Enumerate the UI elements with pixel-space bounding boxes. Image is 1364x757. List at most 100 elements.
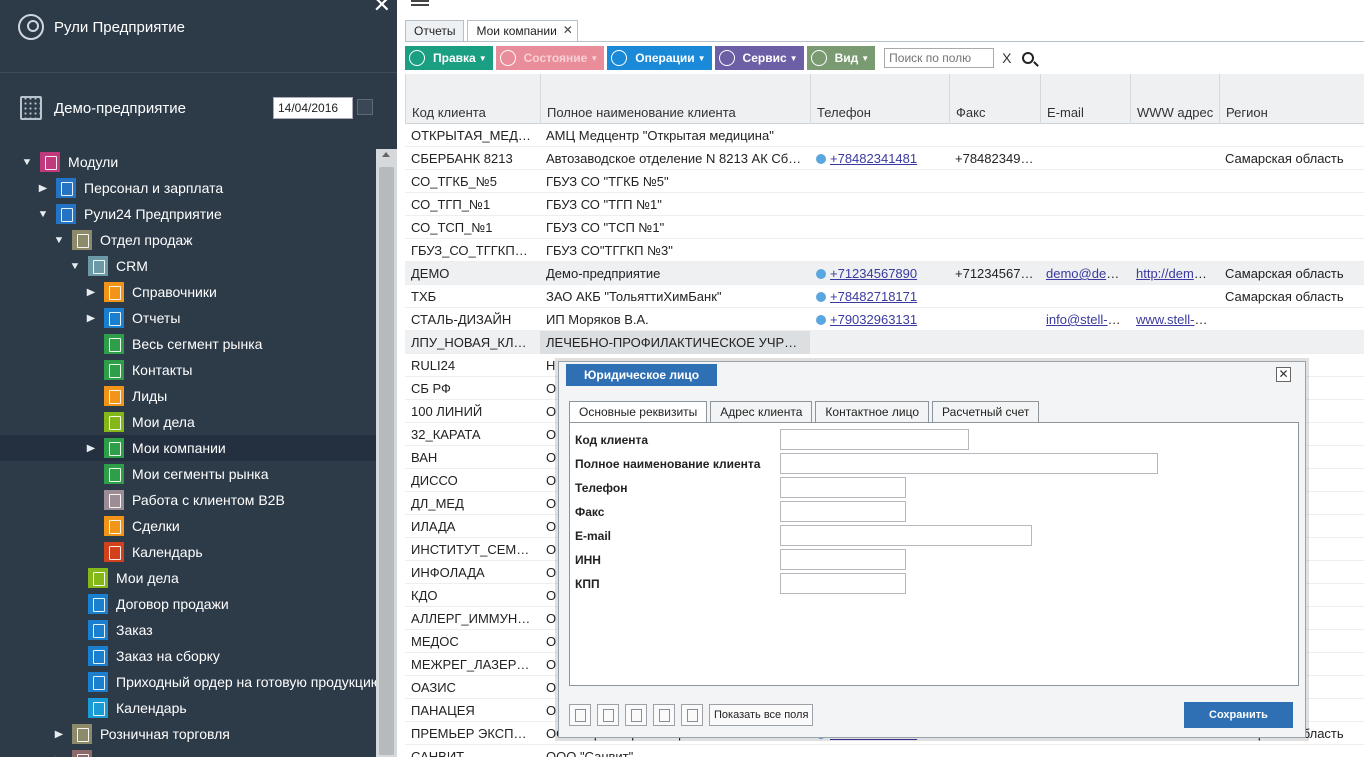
chevron-right-icon[interactable]: ▶ [86,313,97,324]
table-row[interactable]: СО_ТГП_№1 ГБУЗ СО "ТГП №1" [405,193,1364,216]
dialog-tab[interactable]: Контактное лицо [815,401,930,423]
field-input[interactable] [780,501,906,522]
column-header[interactable]: E-mail [1040,74,1130,124]
chevron-down-icon[interactable]: ▼ [70,261,81,272]
tree-node[interactable]: Договор продажи [0,591,376,617]
toolbar-button[interactable]: Сервис ▼ [714,46,804,70]
chevron-right-icon[interactable]: ▶ [54,729,65,740]
table-row[interactable]: ОТКРЫТАЯ_МЕДИЦИНА АМЦ Медцентр "Открытая … [405,124,1364,147]
save-disk-icon[interactable] [681,704,703,726]
table-cell-www[interactable]: http://demo.ru [1130,262,1219,285]
field-input[interactable] [780,453,1158,474]
table-row[interactable]: СО_ТГКБ_№5 ГБУЗ СО "ТГКБ №5" [405,170,1364,193]
column-header[interactable]: Регион [1219,74,1364,124]
search-icon[interactable] [1021,52,1034,64]
dialog-tab[interactable]: Адрес клиента [710,401,813,423]
table-row[interactable]: СТАЛЬ-ДИЗАЙН ИП Моряков В.А. +79032963131 i… [405,308,1364,331]
scrollbar-thumb[interactable] [379,167,394,755]
user-profile[interactable]: Рули Предприятие [18,14,185,40]
tree-node[interactable]: ▶ Отчеты [0,305,376,331]
tree-node[interactable]: Мои дела [0,565,376,591]
www-link[interactable]: http://demo.ru [1136,266,1216,281]
column-header[interactable]: WWW адрес [1130,74,1219,124]
column-header[interactable]: Факс [949,74,1040,124]
tree-node[interactable]: Календарь [0,695,376,721]
phone-link[interactable]: +79032963131 [830,312,917,327]
download-icon[interactable] [597,704,619,726]
tree-node[interactable]: Лиды [0,383,376,409]
search-input[interactable] [884,48,995,68]
chevron-right-icon[interactable]: ▶ [86,443,97,454]
import-icon[interactable] [625,704,647,726]
field-input[interactable] [780,549,906,570]
tree-node[interactable]: Заказ на сборку [0,643,376,669]
chevron-right-icon[interactable]: ▶ [86,287,97,298]
table-cell-phone[interactable]: +78482718171 [810,285,949,308]
close-icon[interactable]: ✕ [373,0,391,16]
column-header[interactable]: Телефон [810,74,949,124]
table-cell-phone[interactable]: +71234567890 [810,262,949,285]
column-header[interactable]: Полное наименование клиента [540,74,810,124]
tree-node[interactable]: Работа с клиентом B2B [0,487,376,513]
field-input[interactable] [780,573,906,594]
dialog-tab[interactable]: Расчетный счет [932,401,1040,423]
toolbar-button[interactable]: Правка ▼ [405,46,493,70]
table-row[interactable]: ЛПУ_НОВАЯ_КЛИНИКАЛЕЧЕБНО-ПРОФИЛАКТИЧЕСКО… [405,331,1364,354]
toolbar-button[interactable]: Операции ▼ [607,46,712,70]
sidebar-scrollbar[interactable] [376,149,397,757]
tree-node[interactable]: ▶ Мои компании [0,435,376,461]
tree-node[interactable]: Весь сегмент рынка [0,331,376,357]
table-cell-phone[interactable]: +78482341481 [810,147,949,170]
tree-node[interactable]: Мои дела [0,409,376,435]
tree-node[interactable]: ▶ Справочники [0,279,376,305]
tree-node[interactable]: ▶ [0,747,376,757]
email-link[interactable]: info@stell-dizain.ru [1046,312,1130,327]
date-picker-icon[interactable] [357,99,373,115]
menu-icon[interactable] [411,0,429,6]
tab-reports[interactable]: Отчеты [405,20,465,42]
www-link[interactable]: www.stell-dizain.ru [1136,312,1219,327]
chevron-down-icon[interactable]: ▼ [22,157,33,168]
dialog-close-button[interactable]: ✕ [1276,367,1291,382]
copy-icon[interactable] [569,704,591,726]
tree-node[interactable]: ▼ CRM [0,253,376,279]
tree-node[interactable]: ▶ Розничная торговля [0,721,376,747]
table-cell-phone[interactable]: +79032963131 [810,308,949,331]
work-date-field[interactable]: 14/04/2016 [273,97,353,119]
table-row[interactable]: СБЕРБАНК 8213 Автозаводское отделение N 8… [405,147,1364,170]
table-row[interactable]: САНВИТ ООО "Санвит" [405,745,1364,757]
table-cell-email[interactable]: demo@demo.ru [1040,262,1130,285]
table-cell-email[interactable]: info@stell-dizain.ru [1040,308,1130,331]
field-input[interactable] [780,429,969,450]
tree-node[interactable]: ▼ Отдел продаж [0,227,376,253]
chevron-right-icon[interactable]: ▶ [38,183,49,194]
tree-node[interactable]: Приходный ордер на готовую продукцию [0,669,381,695]
show-all-fields-button[interactable]: Показать все поля [709,704,814,726]
toolbar-button[interactable]: Вид ▼ [806,46,876,70]
phone-link[interactable]: +78482341481 [830,151,917,166]
table-row[interactable]: ДЕМО Демо-предприятие +71234567890 +7123456… [405,262,1364,285]
chevron-down-icon[interactable]: ▼ [38,209,49,220]
field-input[interactable] [780,477,906,498]
save-button[interactable]: Сохранить [1184,702,1293,728]
tree-node[interactable]: ▼ Модули [0,149,376,175]
chevron-down-icon[interactable]: ▼ [54,235,65,246]
email-link[interactable]: demo@demo.ru [1046,266,1130,281]
column-header[interactable]: Код клиента [405,74,540,124]
field-input[interactable] [780,525,1032,546]
scroll-up-icon[interactable] [382,152,390,157]
tree-node[interactable]: ▶ Персонал и зарплата [0,175,376,201]
table-cell-www[interactable]: www.stell-dizain.ru [1130,308,1219,331]
phone-link[interactable]: +71234567890 [830,266,917,281]
search-clear-button[interactable]: X [1002,50,1011,66]
phone-link[interactable]: +78482718171 [830,289,917,304]
tree-node[interactable]: Контакты [0,357,376,383]
tree-node[interactable]: Мои сегменты рынка [0,461,376,487]
tree-node[interactable]: Сделки [0,513,376,539]
tree-node[interactable]: Заказ [0,617,376,643]
tab-close-icon[interactable]: ✕ [563,23,573,37]
table-row[interactable]: СО_ТСП_№1 ГБУЗ СО "ТСП №1" [405,216,1364,239]
tree-node[interactable]: Календарь [0,539,376,565]
table-row[interactable]: ГБУЗ_СО_ТГГКП_№3 ГБУЗ СО"ТГГКП №3" [405,239,1364,262]
export-icon[interactable] [653,704,675,726]
